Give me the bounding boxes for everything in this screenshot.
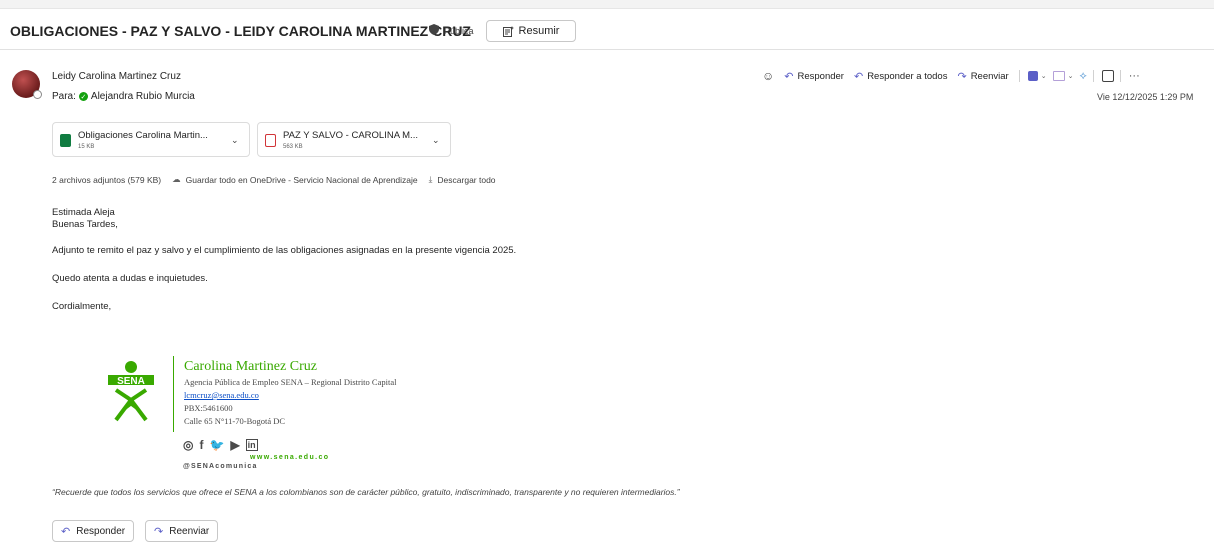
attachment-info-bar: 2 archivos adjuntos (579 KB) ☁ Guardar t… bbox=[52, 174, 496, 185]
to-label: Para: bbox=[52, 91, 76, 102]
presence-status-icon bbox=[33, 90, 42, 99]
instagram-icon[interactable]: ◎ bbox=[183, 438, 193, 452]
reply-icon: ↶ bbox=[61, 525, 71, 538]
sena-logo-text: SENA bbox=[117, 376, 145, 387]
sena-logo: SENA bbox=[108, 361, 154, 422]
sensitivity-label[interactable]: Pública bbox=[444, 26, 474, 36]
chevron-down-icon[interactable]: ⌄ bbox=[432, 135, 440, 146]
toolbar-divider bbox=[1092, 70, 1094, 82]
apps-icon bbox=[1052, 71, 1065, 81]
emoji-reaction-button[interactable]: ☺ bbox=[762, 69, 774, 83]
download-icon: ⤓ bbox=[428, 174, 433, 184]
teams-icon bbox=[1027, 71, 1038, 81]
attachment-name: Obligaciones Carolina Martin... bbox=[78, 130, 208, 141]
reply-all-icon: ↶ bbox=[853, 70, 864, 83]
reader-icon bbox=[1101, 70, 1114, 82]
recipients-line: Para: ✓ Alejandra Rubio Murcia bbox=[52, 91, 195, 102]
more-icon: ··· bbox=[1128, 70, 1140, 82]
download-all-link[interactable]: Descargar todo bbox=[437, 175, 495, 185]
signature-website[interactable]: www.sena.edu.co bbox=[250, 454, 329, 461]
save-to-onedrive-link[interactable]: Guardar todo en OneDrive - Servicio Naci… bbox=[186, 175, 418, 185]
immersive-reader-button[interactable] bbox=[1101, 70, 1114, 82]
reply-button[interactable]: ↶ Responder bbox=[784, 70, 844, 83]
copilot-icon: ⟡ bbox=[1079, 69, 1087, 82]
summary-icon bbox=[502, 25, 514, 37]
reply-label: Responder bbox=[797, 70, 844, 82]
message-actions-toolbar: ☺ ↶ Responder ↶ Responder a todos ↷ Reenvia… bbox=[762, 69, 1150, 83]
signature-org: Agencia Pública de Empleo SENA – Regiona… bbox=[184, 377, 397, 387]
teams-share-button[interactable]: ⌄ bbox=[1027, 71, 1047, 81]
signature-divider bbox=[173, 356, 174, 432]
signature-email-link[interactable]: lcmcruz@sena.edu.co bbox=[184, 390, 259, 400]
footer-forward-button[interactable]: ↷ Reenviar bbox=[145, 520, 219, 542]
signature-phone: PBX:5461600 bbox=[184, 403, 233, 413]
smiley-icon: ☺ bbox=[762, 69, 775, 83]
attachment-name: PAZ Y SALVO - CAROLINA M... bbox=[283, 130, 418, 141]
signature-name: Carolina Martinez Cruz bbox=[184, 359, 317, 374]
attachment-card[interactable]: Obligaciones Carolina Martin... 15 KB ⌄ bbox=[52, 122, 250, 157]
social-handle: @SENAcomunica bbox=[183, 463, 258, 470]
chevron-down-icon: ⌄ bbox=[1067, 73, 1074, 80]
footer-forward-label: Reenviar bbox=[169, 525, 210, 537]
attachment-size: 563 KB bbox=[283, 144, 303, 150]
excel-file-icon bbox=[60, 134, 71, 147]
sender-name[interactable]: Leidy Carolina Martinez Cruz bbox=[52, 71, 181, 82]
body-paragraph: Quedo atenta a dudas e inquietudes. bbox=[52, 273, 208, 284]
copilot-button[interactable]: ⟡ bbox=[1079, 70, 1086, 83]
attachment-count: 2 archivos adjuntos (579 KB) bbox=[52, 174, 162, 185]
footer-reply-label: Responder bbox=[76, 525, 126, 537]
toolbar-divider bbox=[1119, 70, 1121, 82]
social-links: ◎ f 🐦 ▶ in bbox=[183, 438, 258, 452]
facebook-icon[interactable]: f bbox=[199, 438, 203, 452]
window-top-strip bbox=[0, 0, 1214, 9]
email-subject: OBLIGACIONES - PAZ Y SALVO - LEIDY CAROL… bbox=[10, 23, 471, 39]
chevron-down-icon: ⌄ bbox=[1040, 73, 1047, 80]
shield-icon bbox=[429, 24, 439, 35]
forward-icon: ↷ bbox=[154, 525, 164, 538]
reply-all-label: Responder a todos bbox=[867, 70, 948, 82]
forward-button[interactable]: ↷ Reenviar bbox=[957, 70, 1008, 83]
body-closing: Cordialmente, bbox=[52, 301, 112, 312]
more-actions-button[interactable]: ··· bbox=[1129, 70, 1140, 82]
footer-reply-button[interactable]: ↶ Responder bbox=[52, 520, 135, 542]
chevron-down-icon[interactable]: ⌄ bbox=[231, 135, 239, 146]
attachment-size: 15 KB bbox=[78, 144, 95, 150]
reply-icon: ↶ bbox=[784, 70, 794, 83]
sent-date: Vie 12/12/2025 1:29 PM bbox=[1097, 92, 1194, 102]
body-greeting: Estimada Aleja bbox=[52, 207, 115, 218]
signature-address: Calle 65 N°11-70-Bogotá DC bbox=[184, 416, 286, 426]
apps-button[interactable]: ⌄ bbox=[1052, 71, 1074, 81]
pdf-file-icon bbox=[265, 134, 276, 147]
body-greeting-2: Buenas Tardes, bbox=[52, 219, 118, 230]
summarize-label: Resumir bbox=[518, 25, 560, 37]
forward-icon: ↷ bbox=[957, 70, 967, 83]
available-status-icon: ✓ bbox=[78, 92, 88, 101]
linkedin-icon[interactable]: in bbox=[245, 439, 258, 451]
subject-bar: OBLIGACIONES - PAZ Y SALVO - LEIDY CAROL… bbox=[0, 9, 1214, 50]
forward-label: Reenviar bbox=[970, 70, 1009, 82]
summarize-button[interactable]: Resumir bbox=[486, 20, 576, 42]
reply-all-button[interactable]: ↶ Responder a todos bbox=[854, 70, 948, 83]
twitter-icon[interactable]: 🐦 bbox=[209, 438, 224, 452]
body-paragraph: Adjunto te remito el paz y salvo y el cu… bbox=[52, 245, 517, 256]
toolbar-divider bbox=[1018, 70, 1020, 82]
youtube-icon[interactable]: ▶ bbox=[230, 438, 239, 452]
cloud-icon: ☁ bbox=[172, 174, 181, 184]
recipient-name[interactable]: Alejandra Rubio Murcia bbox=[91, 91, 195, 102]
disclaimer-text: “Recuerde que todos los servicios que of… bbox=[52, 487, 680, 497]
attachment-card[interactable]: PAZ Y SALVO - CAROLINA M... 563 KB ⌄ bbox=[257, 122, 451, 157]
